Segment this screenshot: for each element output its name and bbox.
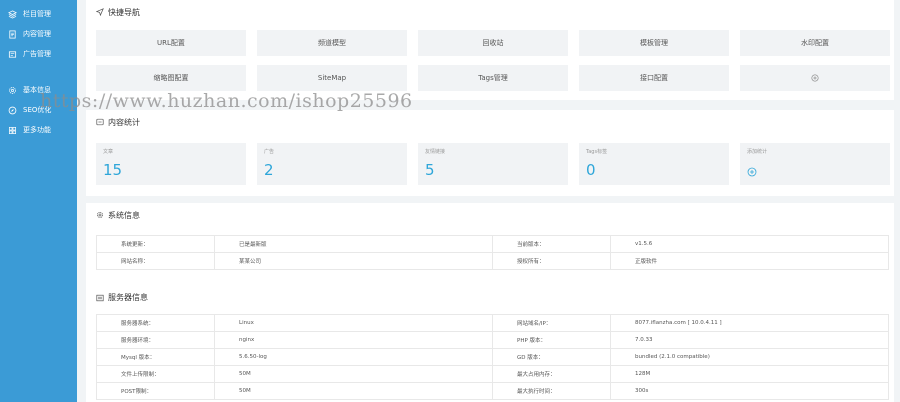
sidebar-item-content[interactable]: 内容管理 [0, 24, 77, 44]
sidebar-item-label: 基本信息 [23, 86, 51, 94]
quick-nav-grid: URL配置 频道模型 回收站 模板管理 水印配置 缩略图配置 SiteMap T… [96, 30, 890, 91]
sidebar-item-label: 栏目管理 [23, 10, 51, 18]
stat-value: 15 [103, 161, 123, 179]
table-row: 服务器环境： nginx PHP 版本： 7.0.33 [96, 331, 889, 349]
sidebar-group-content: 栏目管理 内容管理 广告管理 [0, 0, 77, 64]
add-circle-icon [747, 167, 757, 177]
stat-ads[interactable]: 广告 2 [257, 143, 407, 185]
quick-nav-panel: 快捷导航 URL配置 频道模型 回收站 模板管理 水印配置 缩略图配置 Site… [86, 0, 894, 100]
send-icon [96, 8, 104, 16]
sidebar-group-settings: 基本信息 SEO优化 更多功能 [0, 76, 77, 140]
stat-add-button[interactable]: 添加统计 [740, 143, 890, 185]
quick-nav-tags-manage[interactable]: Tags管理 [418, 65, 568, 91]
stat-articles[interactable]: 文章 15 [96, 143, 246, 185]
server-info-title: 服务器信息 [96, 292, 148, 303]
quick-nav-template-manage[interactable]: 模板管理 [579, 30, 729, 56]
server-info-table: 服务器系统： Linux 网站域名/IP： 8077.iflanzha.com … [96, 314, 889, 400]
content-stats-title: 内容统计 [86, 110, 894, 134]
quick-nav-sitemap[interactable]: SiteMap [257, 65, 407, 91]
sidebar-item-seo[interactable]: SEO优化 [0, 100, 77, 120]
main-content: 快捷导航 URL配置 频道模型 回收站 模板管理 水印配置 缩略图配置 Site… [86, 0, 894, 402]
table-row: 服务器系统： Linux 网站域名/IP： 8077.iflanzha.com … [96, 314, 889, 332]
quick-nav-watermark-config[interactable]: 水印配置 [740, 30, 890, 56]
sidebar-item-label: 广告管理 [23, 50, 51, 58]
stat-friend-links[interactable]: 友情链接 5 [418, 143, 568, 185]
quick-nav-title: 快捷导航 [86, 0, 894, 24]
gear-icon [7, 85, 17, 95]
sidebar-item-more[interactable]: 更多功能 [0, 120, 77, 140]
add-circle-icon [811, 74, 819, 82]
stats-grid: 文章 15 广告 2 友情链接 5 Tags标签 0 添加统计 [96, 143, 890, 185]
table-row: 系统更新： 已是最新版 当前版本： v1.5.6 [96, 235, 889, 253]
compass-icon [7, 105, 17, 115]
stats-icon [96, 118, 104, 126]
document-icon [7, 29, 17, 39]
table-row: 网站名称： 某某公司 授权所有： 正版软件 [96, 252, 889, 270]
list-icon [96, 294, 104, 301]
system-info-panel: 系统信息 系统更新： 已是最新版 当前版本： v1.5.6 网站名称： 某某公司… [86, 203, 894, 402]
sidebar-item-basic-info[interactable]: 基本信息 [0, 80, 77, 100]
gear-icon [97, 212, 103, 218]
sidebar-item-ads[interactable]: 广告管理 [0, 44, 77, 64]
quick-nav-recycle-bin[interactable]: 回收站 [418, 30, 568, 56]
quick-nav-add-button[interactable] [740, 65, 890, 91]
quick-nav-channel-model[interactable]: 频道模型 [257, 30, 407, 56]
table-row: 文件上传限制： 50M 最大占用内存： 128M [96, 365, 889, 383]
sidebar-item-label: 内容管理 [23, 30, 51, 38]
table-row: POST限制： 50M 最大执行时间： 300s [96, 382, 889, 400]
system-info-table: 系统更新： 已是最新版 当前版本： v1.5.6 网站名称： 某某公司 授权所有… [96, 235, 889, 270]
quick-nav-api-config[interactable]: 接口配置 [579, 65, 729, 91]
layers-icon [7, 9, 17, 19]
sidebar-item-label: SEO优化 [23, 106, 52, 114]
stat-value: 5 [425, 161, 435, 179]
sidebar-item-label: 更多功能 [23, 126, 51, 134]
system-info-title: 系统信息 [86, 203, 894, 227]
sidebar-item-column[interactable]: 栏目管理 [0, 4, 77, 24]
grid-icon [7, 125, 17, 135]
quick-nav-thumbnail-config[interactable]: 缩略图配置 [96, 65, 246, 91]
stat-value: 0 [586, 161, 596, 179]
stat-tags[interactable]: Tags标签 0 [579, 143, 729, 185]
content-stats-panel: 内容统计 文章 15 广告 2 友情链接 5 Tags标签 0 添加统计 [86, 110, 894, 196]
sidebar: 栏目管理 内容管理 广告管理 基本信息 SEO优化 更多功能 [0, 0, 77, 402]
stat-value: 2 [264, 161, 274, 179]
ad-icon [7, 49, 17, 59]
quick-nav-url-config[interactable]: URL配置 [96, 30, 246, 56]
table-row: Mysql 版本： 5.6.50-log GD 版本： bundled (2.1… [96, 348, 889, 366]
